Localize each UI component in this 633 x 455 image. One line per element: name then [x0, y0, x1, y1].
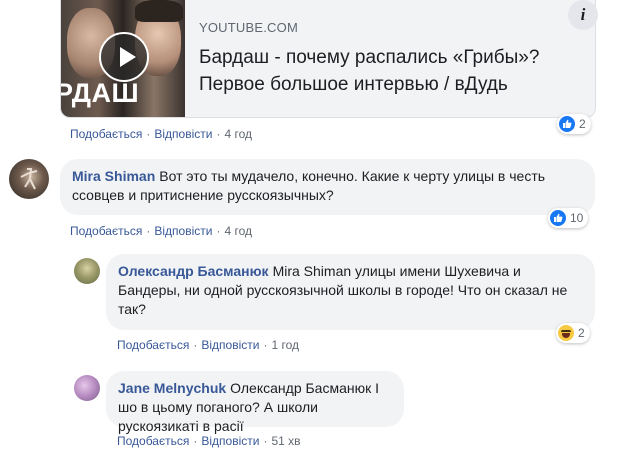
like-icon	[559, 116, 575, 132]
comment-actions: Подобається · Відповісти · 1 год	[117, 338, 299, 352]
like-button[interactable]: Подобається	[70, 224, 142, 238]
separator: ·	[216, 127, 221, 141]
separator: ·	[146, 224, 151, 238]
comment-timestamp: 51 хв	[271, 434, 301, 448]
avatar[interactable]	[74, 258, 100, 284]
reply-button[interactable]: Відповісти	[201, 338, 259, 352]
separator: ·	[193, 434, 198, 448]
link-preview-card[interactable]: РДАШ YOUTUBE.COM Бардаш - почему распали…	[60, 0, 596, 118]
link-title[interactable]: Бардаш - почему распались «Грибы»? Перво…	[199, 44, 589, 98]
comment-bubble: Олександр Басманюк Mira Shiman улицы имен…	[106, 254, 595, 330]
reply-button[interactable]: Відповісти	[154, 127, 212, 141]
separator: ·	[193, 338, 198, 352]
thumbnail-hair	[135, 0, 183, 22]
comment-timestamp: 4 год	[224, 127, 252, 141]
comment-author[interactable]: Олександр Басманюк	[118, 263, 269, 279]
reaction-count[interactable]: 2	[556, 323, 590, 343]
avatar[interactable]	[9, 159, 49, 199]
reply-button[interactable]: Відповісти	[154, 224, 212, 238]
like-button[interactable]: Подобається	[117, 434, 189, 448]
comment-timestamp: 4 год	[224, 224, 252, 238]
like-button[interactable]: Подобається	[117, 338, 189, 352]
separator: ·	[146, 127, 151, 141]
reaction-count-value: 2	[579, 117, 586, 131]
info-icon[interactable]: i	[568, 0, 598, 30]
comment-author[interactable]: Mira Shiman	[72, 168, 155, 184]
reaction-count[interactable]: 10	[548, 208, 589, 228]
comment-author[interactable]: Jane Melnychuk	[118, 380, 226, 396]
comment-actions: Подобається · Відповісти · 51 хв	[117, 434, 301, 448]
haha-icon	[558, 325, 574, 341]
video-thumbnail[interactable]: РДАШ	[61, 0, 185, 117]
like-button[interactable]: Подобається	[70, 127, 142, 141]
comment-bubble: Mira Shiman Вот это ты мудачело, конечно.…	[60, 159, 595, 215]
comment-timestamp: 1 год	[271, 338, 299, 352]
separator: ·	[263, 434, 268, 448]
comment-actions: Подобається · Відповісти · 4 год	[70, 127, 252, 141]
link-source: YOUTUBE.COM	[199, 20, 298, 35]
thumbnail-text: РДАШ	[61, 78, 140, 108]
reply-button[interactable]: Відповісти	[201, 434, 259, 448]
like-icon	[550, 210, 566, 226]
reaction-count[interactable]: 2	[557, 114, 591, 134]
separator: ·	[263, 338, 268, 352]
comment-bubble: Jane Melnychuk Олександр Басманюк І шо в …	[106, 371, 404, 434]
separator: ·	[216, 224, 221, 238]
reaction-count-value: 10	[570, 211, 584, 225]
play-icon[interactable]	[99, 32, 149, 82]
reaction-count-value: 2	[578, 326, 585, 340]
comment-actions: Подобається · Відповісти · 4 год	[70, 224, 252, 238]
avatar[interactable]	[74, 375, 100, 401]
